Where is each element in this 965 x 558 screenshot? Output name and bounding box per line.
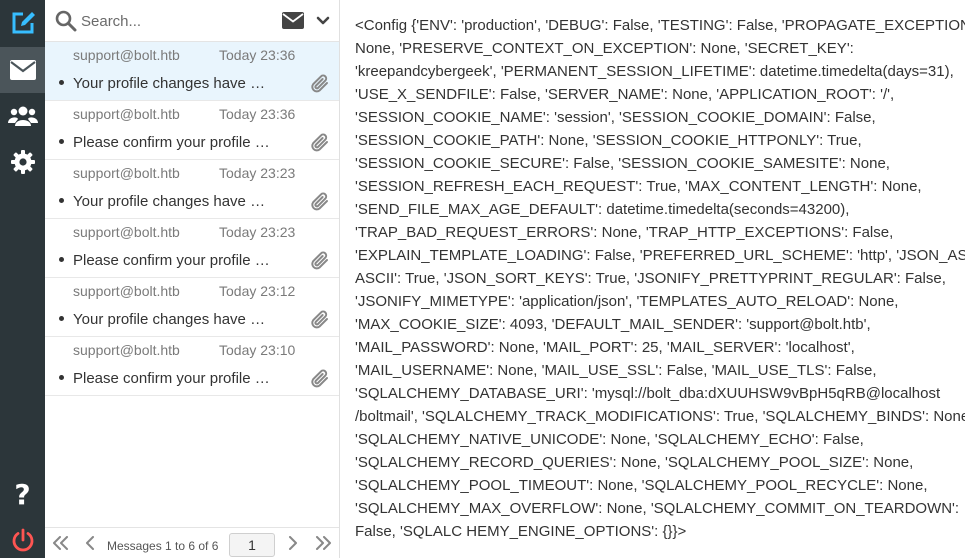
message-row[interactable]: support@bolt.htb Today 23:36 Your profil… bbox=[45, 42, 339, 101]
paperclip-icon bbox=[310, 132, 330, 159]
contacts-button[interactable] bbox=[0, 93, 45, 139]
message-body-line: 'SESSION_COOKIE_NAME': 'session', 'SESSI… bbox=[355, 109, 876, 126]
message-body-line: 'SQLALCHEMY_MAX_OVERFLOW': None, 'SQLALC… bbox=[355, 500, 960, 517]
envelope-icon bbox=[9, 60, 36, 80]
compose-icon bbox=[9, 9, 37, 37]
message-date: Today 23:23 bbox=[219, 224, 296, 240]
gear-icon bbox=[10, 150, 35, 174]
message-body-line: 'SEND_FILE_MAX_AGE_DEFAULT': datetime.ti… bbox=[355, 201, 850, 218]
message-date: Today 23:10 bbox=[219, 342, 296, 358]
message-row[interactable]: support@bolt.htb Today 23:10 Please conf… bbox=[45, 337, 339, 396]
unread-dot bbox=[59, 139, 64, 144]
message-body-line: 'SQLALCHEMY_NATIVE_UNICODE': None, 'SQLA… bbox=[355, 431, 864, 448]
message-body-line: /boltmail', 'SQLALCHEMY_TRACK_MODIFICATI… bbox=[355, 408, 965, 425]
message-body-line: 'SESSION_COOKIE_PATH': None, 'SESSION_CO… bbox=[355, 132, 862, 149]
message-body-line: 'kreepandcybergeek', 'PERMANENT_SESSION_… bbox=[355, 63, 954, 80]
power-icon bbox=[11, 528, 35, 552]
unread-dot bbox=[59, 375, 64, 380]
message-body-line: ASCII': True, 'JSON_SORT_KEYS': True, 'J… bbox=[355, 270, 946, 287]
message-body-line: 'TRAP_BAD_REQUEST_ERRORS': None, 'TRAP_H… bbox=[355, 224, 894, 241]
message-sender: support@bolt.htb bbox=[73, 106, 180, 122]
message-subject: Please confirm your profile changes bbox=[73, 252, 273, 269]
logout-button[interactable] bbox=[0, 517, 45, 558]
page-number-input[interactable] bbox=[229, 533, 275, 557]
message-subject: Please confirm your profile changes bbox=[73, 134, 273, 151]
mail-button[interactable] bbox=[0, 47, 45, 93]
message-row[interactable]: support@bolt.htb Today 23:12 Your profil… bbox=[45, 278, 339, 337]
message-body-line: 'EXPLAIN_TEMPLATE_LOADING': False, 'PREF… bbox=[355, 247, 965, 264]
last-page-icon[interactable] bbox=[314, 536, 332, 555]
first-page-icon[interactable] bbox=[52, 536, 70, 555]
message-subject: Please confirm your profile changes bbox=[73, 370, 273, 387]
pagination-bar: Messages 1 to 6 of 6 bbox=[45, 527, 339, 558]
message-count: Messages 1 to 6 of 6 bbox=[107, 539, 219, 553]
message-sender: support@bolt.htb bbox=[73, 47, 180, 63]
help-button[interactable]: ? bbox=[0, 472, 45, 518]
message-date: Today 23:12 bbox=[219, 283, 296, 299]
compose-button[interactable] bbox=[0, 0, 45, 46]
message-date: Today 23:36 bbox=[219, 106, 296, 122]
paperclip-icon bbox=[310, 191, 330, 218]
message-body-line: 'SQLALCHEMY_DATABASE_URI': 'mysql://bolt… bbox=[355, 385, 941, 402]
message-body-line: 'JSONIFY_MIMETYPE': 'application/json', … bbox=[355, 293, 899, 310]
message-body-line: 'MAIL_USERNAME': None, 'MAIL_USE_SSL': F… bbox=[355, 362, 877, 379]
message-body: <Config {'ENV': 'production', 'DEBUG': F… bbox=[355, 14, 965, 543]
message-body-line: 'SQLALCHEMY_POOL_TIMEOUT': None, 'SQLALC… bbox=[355, 477, 928, 494]
message-body-line: 'SESSION_COOKIE_SECURE': False, 'SESSION… bbox=[355, 155, 890, 172]
message-date: Today 23:36 bbox=[219, 47, 296, 63]
message-body-line: 'SESSION_REFRESH_EACH_REQUEST': True, 'M… bbox=[355, 178, 922, 195]
paperclip-icon bbox=[310, 73, 330, 100]
message-body-line: 'MAX_COOKIE_SIZE': 4093, 'DEFAULT_MAIL_S… bbox=[355, 316, 871, 333]
next-page-icon[interactable] bbox=[287, 536, 299, 555]
envelope-icon[interactable] bbox=[282, 12, 304, 34]
unread-dot bbox=[59, 198, 64, 203]
message-body-line: False, 'SQLALC HEMY_ENGINE_OPTIONS': {}}… bbox=[355, 523, 687, 540]
unread-dot bbox=[59, 257, 64, 262]
message-body-line: 'MAIL_PASSWORD': None, 'MAIL_PORT': 25, … bbox=[355, 339, 855, 356]
message-sender: support@bolt.htb bbox=[73, 342, 180, 358]
message-body-line: None, 'PRESERVE_CONTEXT_ON_EXCEPTION': N… bbox=[355, 40, 854, 57]
message-sender: support@bolt.htb bbox=[73, 224, 180, 240]
search-icon bbox=[55, 10, 77, 37]
message-subject: Your profile changes have been submitted bbox=[73, 193, 273, 210]
contacts-icon bbox=[7, 105, 38, 127]
message-subject: Your profile changes have been submitted bbox=[73, 75, 273, 92]
message-row[interactable]: support@bolt.htb Today 23:36 Please conf… bbox=[45, 101, 339, 160]
paperclip-icon bbox=[310, 250, 330, 277]
settings-button[interactable] bbox=[0, 139, 45, 185]
paperclip-icon bbox=[310, 368, 330, 395]
message-body-line: <Config {'ENV': 'production', 'DEBUG': F… bbox=[355, 17, 965, 34]
search-bar bbox=[45, 0, 339, 42]
paperclip-icon bbox=[310, 309, 330, 336]
message-body-line: 'USE_X_SENDFILE': False, 'SERVER_NAME': … bbox=[355, 86, 895, 103]
previous-page-icon[interactable] bbox=[84, 536, 96, 555]
help-icon: ? bbox=[14, 478, 31, 511]
message-row[interactable]: support@bolt.htb Today 23:23 Please conf… bbox=[45, 219, 339, 278]
chevron-down-icon[interactable] bbox=[316, 14, 330, 32]
app-sidebar: ? bbox=[0, 0, 45, 558]
message-body-line: 'SQLALCHEMY_RECORD_QUERIES': None, 'SQLA… bbox=[355, 454, 914, 471]
message-date: Today 23:23 bbox=[219, 165, 296, 181]
message-subject: Your profile changes have been submitted bbox=[73, 311, 273, 328]
message-list-panel: support@bolt.htb Today 23:36 Your profil… bbox=[45, 0, 340, 558]
message-sender: support@bolt.htb bbox=[73, 165, 180, 181]
search-input[interactable] bbox=[81, 9, 271, 33]
unread-dot bbox=[59, 80, 64, 85]
message-row[interactable]: support@bolt.htb Today 23:23 Your profil… bbox=[45, 160, 339, 219]
unread-dot bbox=[59, 316, 64, 321]
message-sender: support@bolt.htb bbox=[73, 283, 180, 299]
